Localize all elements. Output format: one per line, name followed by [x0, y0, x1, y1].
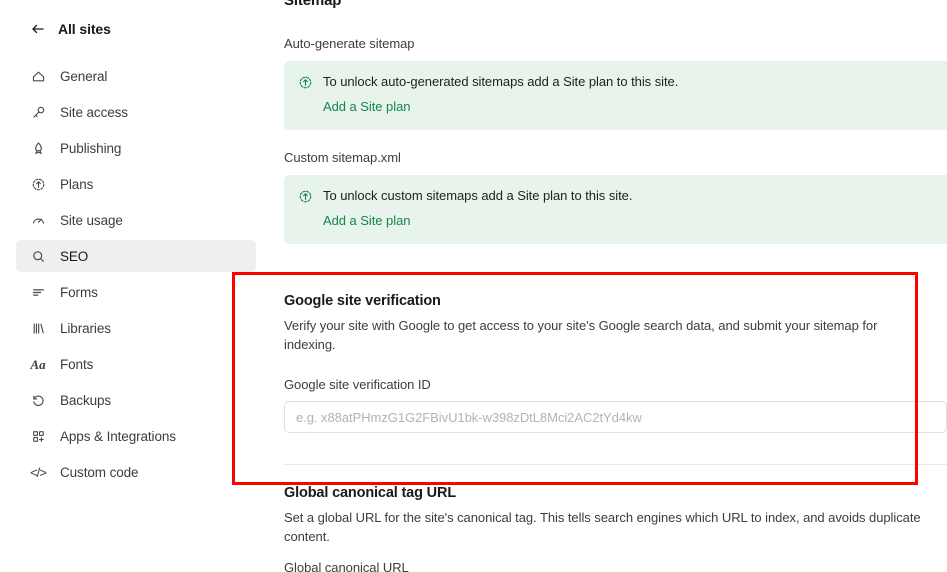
sidebar-item-seo-label: SEO [60, 248, 89, 264]
seo-settings-screen: All sites General Site access Publishing… [0, 0, 947, 572]
banner-row: To unlock auto-generated sitemaps add a … [298, 74, 945, 90]
google-site-verification-id-label: Google site verification ID [284, 377, 431, 392]
upgrade-icon [298, 75, 313, 90]
sidebar-item-plans[interactable]: Plans [16, 168, 256, 200]
sidebar-item-custom-code[interactable]: </> Custom code [16, 456, 256, 488]
global-canonical-url-label: Global canonical URL [284, 560, 409, 572]
sidebar-item-forms-label: Forms [60, 284, 98, 300]
key-icon [30, 104, 46, 120]
sidebar-item-publishing[interactable]: Publishing [16, 132, 256, 164]
seo-settings-content: Sitemap Auto-generate sitemap To unlock … [272, 0, 947, 572]
sidebar-item-apps-integrations-label: Apps & Integrations [60, 428, 176, 444]
sidebar-item-publishing-label: Publishing [60, 140, 122, 156]
search-icon [30, 248, 46, 264]
rocket-icon [30, 140, 46, 156]
sidebar-item-site-usage-label: Site usage [60, 212, 123, 228]
arrow-left-icon [30, 21, 46, 37]
custom-sitemap-group: Custom sitemap.xml To unlock custom site… [284, 150, 947, 244]
sidebar-item-libraries[interactable]: Libraries [16, 312, 256, 344]
auto-generate-sitemap-label: Auto-generate sitemap [284, 36, 415, 51]
google-site-verification-field-group: Google site verification ID [284, 377, 947, 433]
back-to-all-sites-label: All sites [58, 21, 111, 37]
sidebar-item-general-label: General [60, 68, 108, 84]
add-site-plan-link-auto[interactable]: Add a Site plan [323, 99, 410, 114]
form-lines-icon [30, 284, 46, 300]
global-canonical-heading: Global canonical tag URL [284, 485, 457, 501]
sidebar-item-custom-code-label: Custom code [60, 464, 139, 480]
sidebar-item-apps-integrations[interactable]: Apps & Integrations [16, 420, 256, 452]
sidebar-item-site-access-label: Site access [60, 104, 128, 120]
upgrade-icon [298, 189, 313, 204]
sidebar-item-seo[interactable]: SEO [16, 240, 256, 272]
fonts-aa-icon: Aa [30, 356, 46, 372]
gauge-icon [30, 212, 46, 228]
settings-sidebar: All sites General Site access Publishing… [0, 0, 272, 572]
auto-generate-sitemap-group: Auto-generate sitemap To unlock auto-gen… [284, 36, 947, 130]
sidebar-item-general[interactable]: General [16, 60, 256, 92]
custom-sitemap-banner-text: To unlock custom sitemaps add a Site pla… [323, 188, 633, 203]
upgrade-icon [30, 176, 46, 192]
sidebar-item-fonts[interactable]: Aa Fonts [16, 348, 256, 380]
auto-generate-sitemap-banner: To unlock auto-generated sitemaps add a … [284, 61, 947, 130]
restore-icon [30, 392, 46, 408]
sitemap-section-title: Sitemap [284, 0, 342, 9]
code-brackets-icon: </> [30, 464, 47, 480]
sidebar-item-fonts-label: Fonts [60, 356, 94, 372]
google-site-verification-description: Verify your site with Google to get acce… [284, 318, 878, 352]
global-canonical-section: Global canonical tag URL Set a global UR… [284, 485, 939, 572]
custom-sitemap-label: Custom sitemap.xml [284, 150, 401, 165]
sidebar-nav-list: General Site access Publishing Plans Sit… [0, 60, 272, 492]
sidebar-item-backups-label: Backups [60, 392, 112, 408]
global-canonical-description: Set a global URL for the site's canonica… [284, 510, 921, 544]
add-site-plan-link-custom[interactable]: Add a Site plan [323, 213, 410, 228]
sidebar-item-libraries-label: Libraries [60, 320, 111, 336]
home-icon [30, 68, 46, 84]
auto-generate-sitemap-banner-text: To unlock auto-generated sitemaps add a … [323, 74, 679, 89]
google-site-verification-section: Google site verification Verify your sit… [284, 293, 944, 354]
google-site-verification-heading: Google site verification [284, 293, 441, 309]
sidebar-item-site-usage[interactable]: Site usage [16, 204, 256, 236]
section-divider [284, 464, 947, 465]
sidebar-item-site-access[interactable]: Site access [16, 96, 256, 128]
apps-grid-icon [30, 428, 46, 444]
back-to-all-sites-button[interactable]: All sites [16, 14, 256, 44]
banner-row: To unlock custom sitemaps add a Site pla… [298, 188, 945, 204]
libraries-icon [30, 320, 46, 336]
sidebar-item-plans-label: Plans [60, 176, 94, 192]
google-site-verification-id-input[interactable] [284, 401, 947, 433]
sidebar-item-backups[interactable]: Backups [16, 384, 256, 416]
custom-sitemap-banner: To unlock custom sitemaps add a Site pla… [284, 175, 947, 244]
sidebar-item-forms[interactable]: Forms [16, 276, 256, 308]
